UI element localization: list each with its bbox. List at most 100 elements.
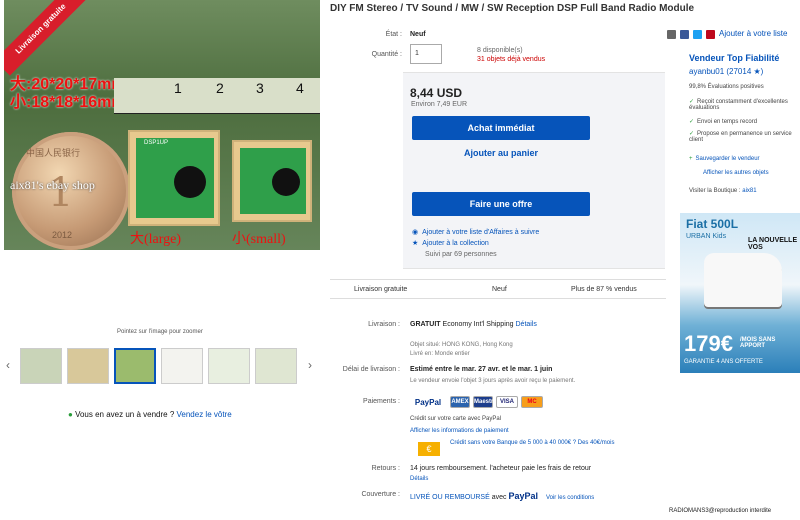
- stat-shipping: Livraison gratuite: [354, 286, 408, 293]
- returns-detail-link[interactable]: Détails: [410, 476, 428, 482]
- quantity-label: Quantité :: [371, 51, 402, 58]
- follow-seller-link[interactable]: + Sauvegarder le vendeur: [689, 156, 760, 162]
- thumbnail-active[interactable]: [114, 348, 156, 384]
- seller-perk: ✓ Envoi en temps record: [689, 118, 757, 125]
- coverage-value: LIVRÉ OU REMBOURSÉ avec PayPal Voir les …: [410, 491, 594, 501]
- make-offer-button[interactable]: Faire une offre: [412, 192, 590, 216]
- sold-count: 31 objets déjà vendus: [477, 56, 546, 63]
- condition-value: Neuf: [410, 31, 426, 38]
- coverage-conditions-link[interactable]: Voir les conditions: [546, 495, 594, 501]
- ruler-number: 2: [216, 80, 224, 96]
- ruler: 1 2 3 4: [114, 78, 320, 114]
- watchlist-text: Ajouter à votre liste d'Affaires à suivr…: [422, 229, 540, 236]
- thumbnail[interactable]: [161, 348, 203, 384]
- size-large-text: 大:20*20*17mm: [10, 76, 126, 93]
- paypal-logo: PayPal: [410, 396, 446, 408]
- perk-text: Envoi en temps record: [697, 119, 758, 125]
- watch-link[interactable]: Ajouter à votre liste: [719, 29, 787, 38]
- chip-label: DSP1UP: [144, 140, 169, 146]
- delivery-sub2: Livré en: Monde entier: [410, 351, 470, 357]
- ad-price: 179€: [684, 331, 733, 356]
- tag-icon: ●: [68, 410, 73, 419]
- label-large: 大(large): [130, 232, 182, 247]
- size-small-text: 小:18*18*16mm: [10, 94, 126, 111]
- price: 8,44 USD: [410, 86, 463, 100]
- email-icon[interactable]: [667, 30, 676, 39]
- coin-text: 中国人民银行: [26, 148, 81, 158]
- listing-title: DIY FM Stereo / TV Sound / MW / SW Recep…: [330, 3, 695, 14]
- amex-logo: AMEX: [450, 396, 470, 408]
- seller-perk: ✓ Reçoit constamment d'excellentes évalua…: [689, 98, 799, 111]
- advertisement[interactable]: Fiat 500L URBAN Kids LA NOUVELLE VOS 179…: [680, 213, 800, 373]
- payment-info-link[interactable]: Afficher les informations de paiement: [410, 428, 509, 434]
- store-line: Visiter la Boutique : aix81: [689, 188, 757, 194]
- thumbnail[interactable]: [67, 348, 109, 384]
- size-text: 大:20*20*17mm 小:18*18*16mm: [10, 76, 126, 112]
- stat-sold: Plus de 87 % vendus: [571, 286, 637, 293]
- thumb-prev-arrow[interactable]: ‹: [6, 358, 10, 372]
- ruler-number: 3: [256, 80, 264, 96]
- ruler-number: 1: [174, 80, 182, 96]
- collection-link[interactable]: ★ Ajouter à la collection: [412, 239, 489, 247]
- visa-logo: VISA: [496, 396, 518, 408]
- payment-sub: Crédit sur votre carte avec PayPal: [410, 416, 502, 422]
- thumbnail[interactable]: [208, 348, 250, 384]
- store-link[interactable]: aix81: [742, 188, 756, 194]
- ruler-number: 4: [296, 80, 304, 96]
- thumbnail[interactable]: [255, 348, 297, 384]
- credit-offer-link[interactable]: Crédit sans votre Banque de 5 000 à 40 0…: [450, 440, 640, 446]
- chip-component: [174, 166, 206, 198]
- add-to-cart-link[interactable]: Ajouter au panier: [412, 148, 590, 158]
- large-module: DSP1UP: [128, 130, 220, 226]
- delivery-detail-link[interactable]: Détails: [516, 321, 537, 328]
- delivery-label: Livraison :: [368, 321, 400, 328]
- zoom-hint: Pointez sur l'image pour zoomer: [117, 329, 203, 335]
- coin-year: 2012: [52, 230, 73, 240]
- ad-brand-sub: URBAN Kids: [686, 233, 727, 240]
- seller-badge-title: Vendeur Top Fiabilité: [689, 53, 780, 63]
- chip-component: [272, 168, 300, 196]
- returns-value: 14 jours remboursement. l'acheteur paie …: [410, 465, 592, 472]
- sell-question: Vous en avez un à vendre ?: [75, 410, 175, 419]
- delay-label: Délai de livraison :: [342, 366, 400, 373]
- twitter-icon[interactable]: [693, 30, 702, 39]
- condition-label: État :: [385, 31, 402, 38]
- thumbnail[interactable]: [20, 348, 62, 384]
- sell-link[interactable]: Vendez le vôtre: [177, 410, 232, 419]
- perk-text: Propose en permanence un service client: [689, 131, 792, 143]
- other-items-link[interactable]: Afficher les autres objets: [703, 170, 769, 176]
- maestro-logo: Maestro: [473, 396, 497, 408]
- payment-label: Paiements :: [363, 398, 400, 405]
- collection-text: Ajouter à la collection: [422, 240, 489, 247]
- store-label: Visiter la Boutique :: [689, 188, 741, 194]
- thumb-next-arrow[interactable]: ›: [308, 358, 312, 372]
- buy-now-button[interactable]: Achat immédiat: [412, 116, 590, 140]
- seller-name[interactable]: ayanbu01 (27014 ★): [689, 67, 763, 76]
- mastercard-logo: MC: [521, 396, 543, 408]
- free-shipping-ribbon: Livraison gratuite: [4, 0, 88, 76]
- facebook-icon[interactable]: [680, 30, 689, 39]
- ad-guarantee: GARANTIE 4 ANS OFFERTE: [684, 359, 763, 365]
- delivery-sub1: Objet situé: HONG KONG, Hong Kong: [410, 342, 513, 348]
- eye-icon: ◉: [412, 229, 419, 236]
- thumbnail-strip: ‹ ›: [4, 344, 320, 388]
- coverage-label: Couverture :: [361, 491, 400, 498]
- returns-label: Retours :: [371, 465, 400, 472]
- check-icon: ✓: [689, 119, 695, 125]
- delay-sub: Le vendeur envoie l'objet 3 jours après …: [410, 378, 576, 384]
- credit-icon: €: [418, 442, 440, 456]
- main-product-image[interactable]: Livraison gratuite 大:20*20*17mm 小:18*18*…: [4, 0, 320, 250]
- perk-text: Reçoit constamment d'excellentes évaluat…: [689, 99, 788, 111]
- sell-prompt: ● Vous en avez un à vendre ? Vendez le v…: [68, 410, 232, 419]
- seller-perk: ✓ Propose en permanence un service client: [689, 130, 799, 143]
- follow-text: Sauvegarder le vendeur: [695, 156, 760, 162]
- ad-price-sub: /MOIS SANS APPORT: [740, 337, 776, 349]
- coverage-paypal-logo: PayPal: [508, 491, 538, 501]
- watchlist-link[interactable]: ◉ Ajouter à votre liste d'Affaires à suiv…: [412, 228, 539, 236]
- ad-brand: Fiat 500L: [686, 217, 739, 231]
- quantity-input[interactable]: 1: [410, 44, 442, 64]
- coin-digit: 1: [48, 170, 74, 216]
- stat-condition: Neuf: [492, 286, 507, 293]
- ad-headline: LA NOUVELLE VOS: [748, 237, 798, 251]
- pinterest-icon[interactable]: [706, 30, 715, 39]
